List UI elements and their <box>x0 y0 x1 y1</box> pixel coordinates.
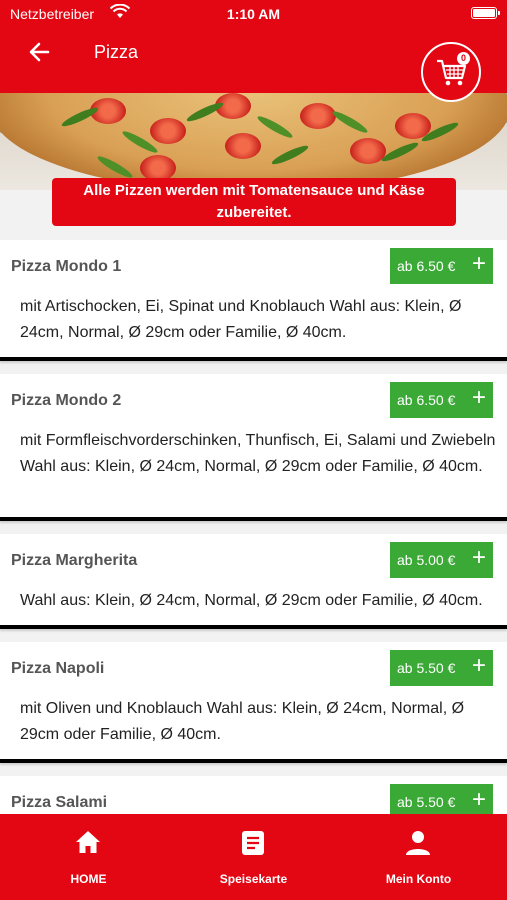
plus-icon: + <box>471 384 486 411</box>
nav-home[interactable]: HOME <box>4 814 173 900</box>
item-name: Pizza Mondo 2 <box>11 392 122 409</box>
list-item[interactable]: Pizza Napoli ab 5.50 € + mit Oliven und K… <box>0 642 507 763</box>
plus-icon: + <box>471 544 486 571</box>
item-name: Pizza Salami <box>11 794 108 811</box>
status-bar: Netzbetreiber 1:10 AM <box>0 0 507 28</box>
menu-icon <box>242 831 264 855</box>
nav-account-label: Mein Konto <box>385 872 452 886</box>
item-name: Pizza Margherita <box>11 552 138 569</box>
home-icon <box>76 831 100 853</box>
item-price: ab 5.50 € <box>397 794 456 810</box>
plus-icon: + <box>471 786 486 813</box>
user-icon <box>406 831 430 855</box>
clock: 1:10 AM <box>226 6 281 22</box>
list-item[interactable]: Pizza Mondo 2 ab 6.50 € + mit Formfleisch… <box>0 374 507 521</box>
add-to-cart-button[interactable]: ab 5.50 € + <box>390 650 493 686</box>
item-price: ab 6.50 € <box>397 392 456 408</box>
item-price: ab 6.50 € <box>397 258 456 274</box>
item-description: mit Oliven und Knoblauch Wahl aus: Klein… <box>20 700 465 743</box>
item-description: mit Formfleischvorderschinken, Thunfisch… <box>20 432 496 475</box>
list-item[interactable]: Pizza Mondo 1 ab 6.50 € + mit Artischocke… <box>0 240 507 361</box>
plus-icon: + <box>471 250 486 277</box>
item-description: Wahl aus: Klein, Ø 24cm, Normal, Ø 29cm … <box>20 592 483 609</box>
item-price: ab 5.00 € <box>397 552 456 568</box>
nav-speisekarte-label: Speisekarte <box>219 872 288 886</box>
add-to-cart-button[interactable]: ab 5.00 € + <box>390 542 493 578</box>
item-description: mit Artischocken, Ei, Spinat und Knoblau… <box>20 298 462 341</box>
page-title: Pizza <box>94 42 139 62</box>
nav-account[interactable]: Mein Konto <box>334 814 503 900</box>
nav-speisekarte[interactable]: Speisekarte <box>169 814 338 900</box>
back-button[interactable] <box>26 38 54 66</box>
item-name: Pizza Mondo 1 <box>11 258 122 275</box>
battery-icon <box>471 7 500 19</box>
hero-image <box>0 93 507 190</box>
add-to-cart-button[interactable]: ab 6.50 € + <box>390 382 493 418</box>
info-banner: Alle Pizzen werden mit Tomatensauce und … <box>52 178 456 226</box>
cart-count-badge: 0 <box>457 52 470 65</box>
list-item[interactable]: Pizza Margherita ab 5.00 € + Wahl aus: Kl… <box>0 534 507 629</box>
item-price: ab 5.50 € <box>397 660 456 676</box>
cart-button[interactable]: 0 <box>421 42 481 102</box>
plus-icon: + <box>471 652 486 679</box>
arrow-left-icon <box>29 42 50 62</box>
item-name: Pizza Napoli <box>11 660 105 677</box>
nav-home-label: HOME <box>70 872 107 886</box>
add-to-cart-button[interactable]: ab 6.50 € + <box>390 248 493 284</box>
bottom-navigation: HOME Speisekarte Mein Konto <box>0 814 507 900</box>
